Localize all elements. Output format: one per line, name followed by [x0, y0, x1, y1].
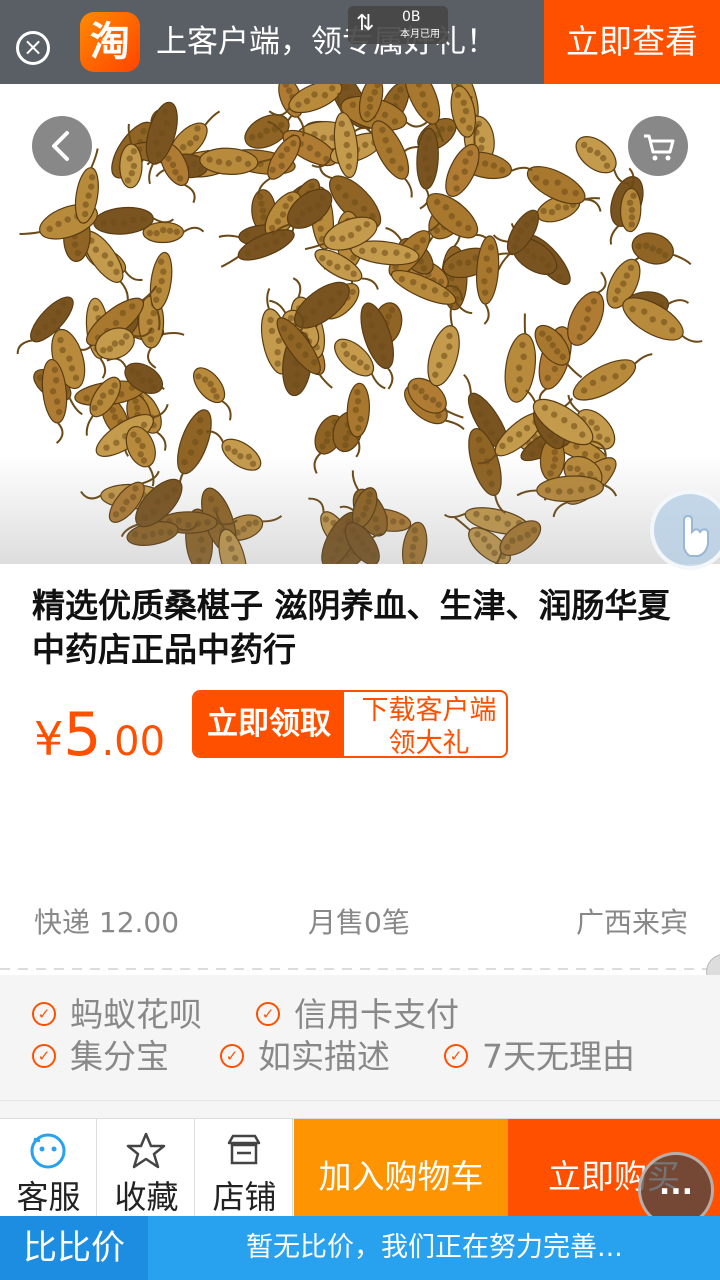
compare-label: 比比价 [0, 1216, 148, 1280]
service-icon [30, 1133, 66, 1169]
price-integer: 5 [63, 700, 102, 770]
back-button[interactable] [32, 116, 92, 176]
service-item: ✓ 信用卡支付 [256, 993, 459, 1037]
check-icon: ✓ [220, 1043, 244, 1068]
star-icon [126, 1132, 166, 1169]
shop-label: 店铺 [212, 1178, 277, 1216]
data-usage-overlay: ⇅ 0B 本月已用 [348, 6, 448, 44]
product-price: ¥5.00 [34, 700, 165, 777]
product-title: 精选优质桑椹子 滋阴养血、生津、润肠华夏中药店正品中药行 [32, 586, 671, 669]
ship-location: 广西来宾 [575, 906, 688, 939]
app-download-banner: × 淘 上客户端，领专属好礼！ 立即查看 ⇅ 0B 本月已用 [0, 0, 720, 84]
add-to-cart-button[interactable]: 加入购物车 [294, 1119, 508, 1217]
cart-button[interactable] [628, 116, 688, 176]
transfer-arrows-icon: ⇅ [356, 11, 375, 36]
customer-service-button[interactable]: 客服 [0, 1119, 97, 1217]
price-symbol: ¥ [34, 712, 64, 766]
product-image[interactable] [0, 84, 720, 564]
service-guarantees[interactable]: ✓ 蚂蚁花呗 ✓ 信用卡支付 ✓ 集分宝 ✓ 如实描述 ✓ 7天无理由 [0, 975, 720, 1100]
favorite-button[interactable]: 收藏 [98, 1119, 195, 1217]
coupon-box[interactable]: 立即领取 下载客户端领大礼 [192, 690, 508, 758]
data-usage-label: 本月已用 [400, 29, 440, 40]
check-icon: ✓ [32, 1043, 56, 1068]
coupon-description: 下载客户端领大礼 [361, 695, 497, 754]
shop-icon [227, 1134, 261, 1165]
shipping-info-row: 快递 12.00 月售0笔 广西来宾 [0, 900, 720, 946]
cart-icon [644, 134, 675, 161]
favorite-label: 收藏 [114, 1178, 179, 1216]
bottom-action-bar: 客服 收藏 店铺 加入购物车 立即购买 [0, 1118, 720, 1217]
assistive-touch-button[interactable] [650, 490, 720, 570]
service-item: ✓ 7天无理由 [444, 1035, 635, 1079]
check-icon: ✓ [444, 1043, 468, 1068]
express-fee: 快递 12.00 [34, 906, 180, 939]
hand-icon [683, 514, 709, 557]
back-icon [52, 131, 69, 161]
dashed-divider [0, 965, 720, 973]
customer-service-label: 客服 [16, 1178, 81, 1216]
price-compare-bar[interactable]: 比比价 暂无比价，我们正在努力完善... [0, 1216, 720, 1280]
claim-coupon-button[interactable]: 立即领取 [194, 692, 344, 756]
price-decimal: .00 [101, 719, 166, 765]
check-icon: ✓ [256, 1001, 280, 1026]
shop-button[interactable]: 店铺 [196, 1119, 293, 1217]
close-icon[interactable]: × [16, 31, 50, 65]
view-now-button[interactable]: 立即查看 [544, 0, 720, 84]
data-usage-amount: 0B [402, 9, 421, 25]
taobao-logo-icon: 淘 [80, 12, 140, 72]
service-item: ✓ 蚂蚁花呗 [32, 993, 202, 1037]
monthly-sales: 月售0笔 [308, 906, 410, 939]
service-item: ✓ 如实描述 [220, 1035, 390, 1079]
service-item: ✓ 集分宝 [32, 1035, 169, 1079]
compare-message: 暂无比价，我们正在努力完善... [246, 1232, 623, 1263]
check-icon: ✓ [32, 1001, 56, 1026]
